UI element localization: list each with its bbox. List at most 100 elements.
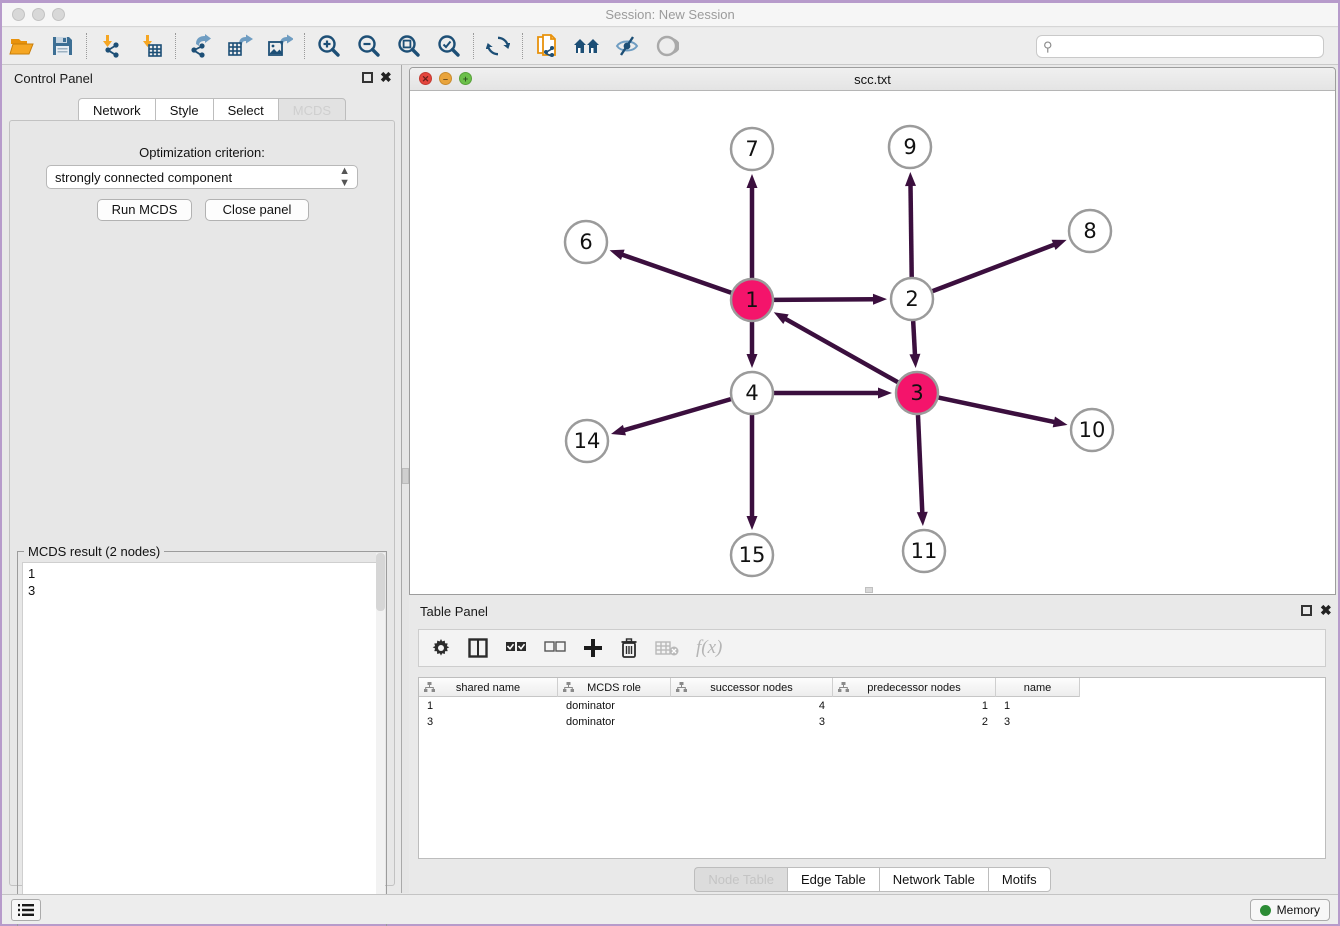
column-header-shared-name[interactable]: shared name	[419, 678, 558, 697]
graph-node-9[interactable]: 9	[889, 126, 931, 168]
graph-node-1[interactable]: 1	[731, 279, 773, 321]
export-network-icon[interactable]	[180, 31, 220, 61]
graph-node-10[interactable]: 10	[1071, 409, 1113, 451]
run-mcds-button[interactable]: Run MCDS	[97, 199, 192, 221]
task-history-button[interactable]	[11, 899, 41, 921]
graph-edge-2-3[interactable]	[913, 321, 915, 356]
close-table-panel-icon[interactable]: ✖	[1320, 603, 1332, 617]
float-panel-icon[interactable]	[362, 72, 373, 83]
table-row[interactable]: 3dominator323	[419, 715, 1080, 731]
network-resize-grip[interactable]	[865, 587, 873, 593]
zoom-fit-icon[interactable]	[389, 31, 429, 61]
open-file-icon[interactable]	[2, 31, 42, 61]
table-cell[interactable]: 4	[671, 699, 833, 715]
control-panel-header: Control Panel ✖	[2, 65, 401, 91]
show-all-icon[interactable]	[647, 31, 687, 61]
deselect-all-icon[interactable]	[544, 641, 566, 655]
graph-edge-1-6[interactable]	[621, 254, 731, 293]
refresh-icon[interactable]	[478, 31, 518, 61]
table-cell[interactable]: 3	[996, 715, 1080, 731]
graph-edge-2-8[interactable]	[933, 244, 1056, 291]
table-cell[interactable]: 2	[833, 715, 996, 731]
zoom-out-icon[interactable]	[349, 31, 389, 61]
table-row[interactable]: 1dominator411	[419, 699, 1080, 715]
table-cell[interactable]: 1	[419, 699, 558, 715]
graph-edge-3-1[interactable]	[784, 318, 898, 382]
toolbar-separator	[175, 33, 176, 59]
graph-edge-3-10[interactable]	[939, 398, 1056, 423]
svg-text:4: 4	[745, 381, 758, 405]
tab-edge-table[interactable]: Edge Table	[787, 867, 879, 892]
optimization-criterion-select[interactable]: strongly connected component ▲▼	[46, 165, 358, 189]
node-table[interactable]: shared nameMCDS rolesuccessor nodesprede…	[418, 677, 1326, 859]
table-cell[interactable]: dominator	[558, 715, 671, 731]
close-panel-icon[interactable]: ✖	[380, 70, 392, 84]
zoom-in-icon[interactable]	[309, 31, 349, 61]
toolbar-separator	[473, 33, 474, 59]
save-session-icon[interactable]	[42, 31, 82, 61]
graph-edge-arrow-3-10	[1053, 417, 1068, 428]
column-header-name[interactable]: name	[996, 678, 1080, 697]
screen: Session: New Session	[0, 0, 1340, 926]
mcds-panel: Optimization criterion: strongly connect…	[9, 120, 395, 886]
search-box[interactable]: ⚲	[1036, 35, 1324, 58]
settings-gear-icon[interactable]	[431, 638, 451, 658]
column-header-successor-nodes[interactable]: successor nodes	[671, 678, 833, 697]
graph-edge-4-14[interactable]	[623, 399, 731, 431]
mcds-result-scrollbar[interactable]	[376, 553, 385, 913]
export-image-icon[interactable]	[260, 31, 300, 61]
tab-network-table[interactable]: Network Table	[879, 867, 988, 892]
network-canvas[interactable]: 1 2 3 4 6 7 8 9 10 11 14 15	[410, 91, 1335, 594]
graph-node-7[interactable]: 7	[731, 128, 773, 170]
graph-node-15[interactable]: 15	[731, 534, 773, 576]
graph-node-11[interactable]: 11	[903, 530, 945, 572]
close-panel-button[interactable]: Close panel	[205, 199, 309, 221]
tab-node-table[interactable]: Node Table	[694, 867, 787, 892]
delete-icon[interactable]	[620, 638, 638, 658]
hide-selected-icon[interactable]	[607, 31, 647, 61]
table-toolbar: f(x)	[418, 629, 1326, 667]
table-cell[interactable]: 3	[671, 715, 833, 731]
import-network-icon[interactable]	[91, 31, 131, 61]
table-cell[interactable]: 3	[419, 715, 558, 731]
graph-edge-arrow-2-9	[905, 172, 916, 186]
graph-node-4[interactable]: 4	[731, 372, 773, 414]
toolbar-separator	[522, 33, 523, 59]
float-table-panel-icon[interactable]	[1301, 605, 1312, 616]
memory-label: Memory	[1277, 903, 1320, 917]
mcds-result-text[interactable]: 1 3	[22, 562, 382, 924]
tab-motifs[interactable]: Motifs	[988, 867, 1051, 892]
table-cell[interactable]: dominator	[558, 699, 671, 715]
export-table-icon[interactable]	[220, 31, 260, 61]
import-table-icon[interactable]	[131, 31, 171, 61]
graph-node-14[interactable]: 14	[566, 420, 608, 462]
graph-node-8[interactable]: 8	[1069, 210, 1111, 252]
graph-node-6[interactable]: 6	[565, 221, 607, 263]
graph-edge-2-9[interactable]	[910, 184, 911, 277]
add-column-icon[interactable]	[583, 638, 603, 658]
table-cell[interactable]: 1	[833, 699, 996, 715]
column-header-MCDS-role[interactable]: MCDS role	[558, 678, 671, 697]
network-graph[interactable]: 1 2 3 4 6 7 8 9 10 11 14 15	[410, 91, 1335, 594]
memory-button[interactable]: Memory	[1250, 899, 1330, 921]
graph-node-2[interactable]: 2	[891, 278, 933, 320]
table-panel-title: Table Panel	[420, 604, 488, 619]
column-header-predecessor-nodes[interactable]: predecessor nodes	[833, 678, 996, 697]
graph-node-3[interactable]: 3	[896, 372, 938, 414]
svg-text:8: 8	[1083, 219, 1096, 243]
column-view-icon[interactable]	[468, 638, 488, 658]
first-neighbors-icon[interactable]	[567, 31, 607, 61]
graph-edge-3-11[interactable]	[918, 415, 922, 514]
zoom-selected-icon[interactable]	[429, 31, 469, 61]
search-input[interactable]	[1056, 37, 1323, 56]
control-panel-title: Control Panel	[14, 71, 93, 86]
network-window-titlebar[interactable]: ✕ – + scc.txt	[410, 68, 1335, 91]
svg-text:7: 7	[745, 137, 758, 161]
app-window: Session: New Session	[2, 3, 1338, 924]
svg-text:10: 10	[1079, 418, 1106, 442]
select-all-icon[interactable]	[505, 641, 527, 655]
graph-edge-1-2[interactable]	[774, 299, 875, 300]
panel-splitter[interactable]	[402, 65, 409, 893]
clone-network-icon[interactable]	[527, 31, 567, 61]
table-cell[interactable]: 1	[996, 699, 1080, 715]
